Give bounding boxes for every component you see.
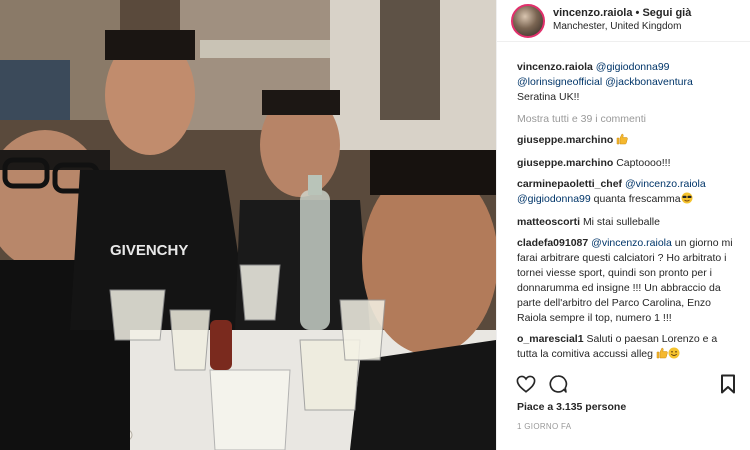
thumbs-up-icon bbox=[616, 133, 628, 150]
photo-illustration: GIVENCHY bbox=[0, 0, 496, 450]
load-more-comments-button[interactable]: Mostra tutti e 39 i commenti bbox=[517, 113, 739, 125]
heart-icon[interactable] bbox=[515, 373, 537, 395]
list-item: giuseppe.marchino bbox=[517, 133, 739, 150]
list-item: o_marescial1 Saluti o paesan Lorenzo e a… bbox=[517, 332, 739, 364]
author-username[interactable]: vincenzo.raiola bbox=[553, 7, 632, 19]
comment-username[interactable]: o_marescial1 bbox=[517, 333, 584, 345]
comment-username[interactable]: giuseppe.marchino bbox=[517, 134, 613, 146]
comment-username[interactable]: giuseppe.marchino bbox=[517, 157, 613, 169]
comment-username[interactable]: carminepaoletti_chef bbox=[517, 178, 622, 190]
comment-icon[interactable] bbox=[547, 373, 569, 395]
caption-text: Seratina UK!! bbox=[517, 91, 580, 103]
header-separator: • bbox=[632, 7, 643, 20]
mention-link[interactable]: @jackbonaventura bbox=[605, 76, 693, 88]
bookmark-icon[interactable] bbox=[717, 373, 739, 395]
mention-link[interactable]: @gigiodonna99 bbox=[517, 193, 591, 205]
caption-username[interactable]: vincenzo.raiola bbox=[517, 61, 593, 73]
mention-link[interactable]: @lorinsigneofficial bbox=[517, 76, 602, 88]
comment-text: un giorno mi farai arbitrare questi calc… bbox=[517, 237, 733, 324]
location-link[interactable]: Manchester, United Kingdom bbox=[553, 21, 691, 34]
comment-text: quanta frescamma bbox=[593, 193, 681, 205]
post-timestamp: 1 GIORNO FA bbox=[517, 422, 572, 431]
thumbs-up-icon bbox=[656, 347, 668, 364]
post-header: vincenzo.raiola • Segui già Manchester, … bbox=[497, 0, 750, 42]
mention-link[interactable]: @gigiodonna99 bbox=[596, 61, 670, 73]
svg-text:GIVENCHY: GIVENCHY bbox=[110, 242, 188, 259]
caption: vincenzo.raiola @gigiodonna99 @lorinsign… bbox=[517, 60, 739, 105]
avatar[interactable] bbox=[511, 3, 545, 38]
likes-count[interactable]: Piace a 3.135 persone bbox=[517, 401, 626, 413]
list-item: giuseppe.marchino Captoooo!!! bbox=[517, 156, 739, 171]
list-item: carminepaoletti_chef @vincenzo.raiola @g… bbox=[517, 177, 739, 209]
post-side-panel: vincenzo.raiola • Segui già Manchester, … bbox=[496, 0, 750, 450]
mention-link[interactable]: @vincenzo.raiola bbox=[625, 178, 706, 190]
comments-list: vincenzo.raiola @gigiodonna99 @lorinsign… bbox=[497, 60, 750, 366]
list-item: cladefa091087 @vincenzo.raiola un giorno… bbox=[517, 236, 739, 326]
smile-face-icon bbox=[668, 347, 680, 364]
mention-link[interactable]: @vincenzo.raiola bbox=[591, 237, 672, 249]
post-photo[interactable]: GIVENCHY bbox=[0, 0, 496, 450]
follow-button[interactable]: Segui già bbox=[642, 7, 691, 19]
sunglasses-face-icon bbox=[681, 192, 693, 209]
comment-text: Mi stai sulleballe bbox=[582, 216, 660, 228]
comment-username[interactable]: matteoscorti bbox=[517, 216, 580, 228]
comment-text: Captoooo!!! bbox=[616, 157, 671, 169]
list-item: matteoscorti Mi stai sulleballe bbox=[517, 215, 739, 230]
comment-username[interactable]: cladefa091087 bbox=[517, 237, 588, 249]
post-actions-bar bbox=[497, 372, 750, 396]
